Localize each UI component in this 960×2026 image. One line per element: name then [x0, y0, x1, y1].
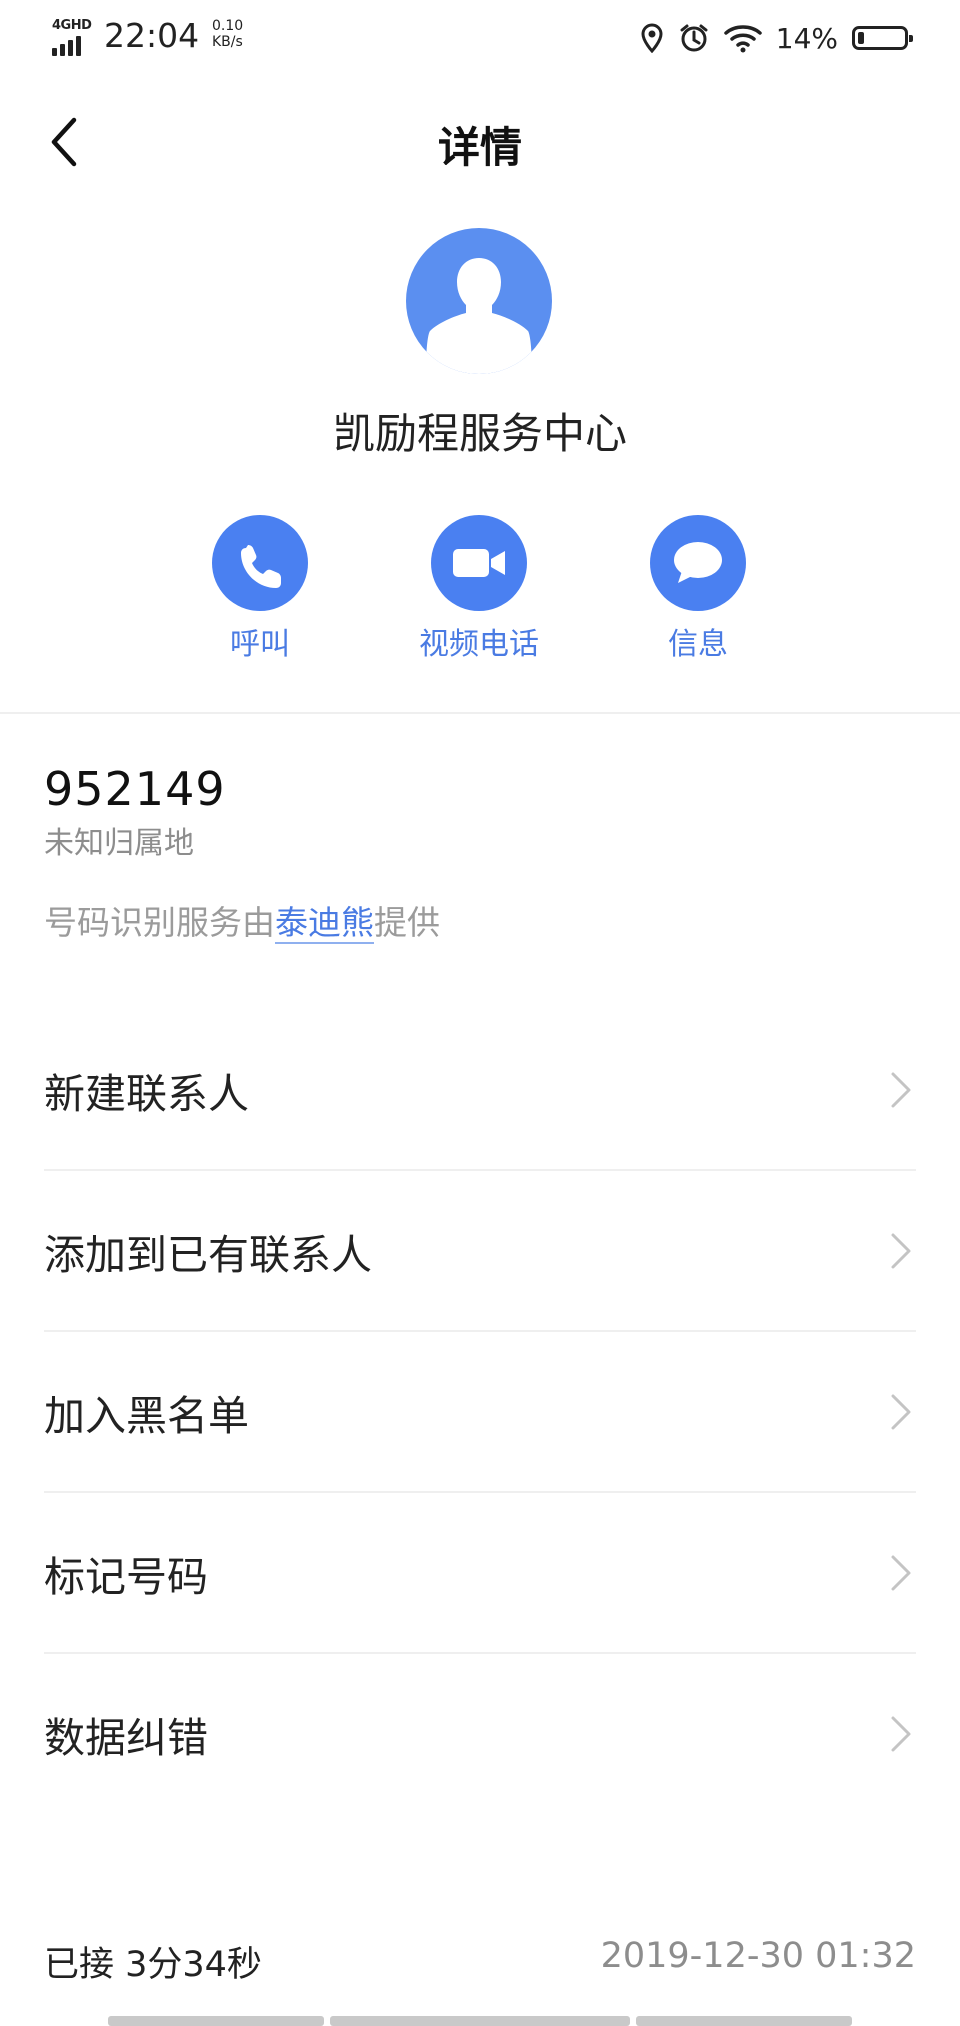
chevron-right-icon: [891, 1555, 911, 1591]
cellular-signal: 4GHD: [52, 18, 96, 58]
number-location: 未知归属地: [44, 826, 194, 861]
call-action-button[interactable]: 呼叫: [150, 515, 370, 663]
person-silhouette-icon: [426, 258, 532, 374]
phone-number[interactable]: 952149: [44, 762, 226, 816]
video-call-label: 视频电话: [419, 627, 539, 662]
message-label: 信息: [668, 627, 728, 662]
menu-item-label: 加入黑名单: [44, 1392, 249, 1440]
bottom-indicator: [330, 2016, 630, 2026]
location-icon: [641, 23, 663, 53]
menu-item-label: 添加到已有联系人: [44, 1231, 372, 1279]
call-status: 已接 3分34秒: [44, 1945, 262, 1985]
provider-suffix: 提供: [374, 903, 440, 942]
network-type: 4GHD: [52, 18, 92, 33]
contact-name: 凯励程服务中心: [332, 409, 627, 458]
message-circle: [650, 515, 746, 611]
message-action-button[interactable]: 信息: [588, 515, 808, 663]
battery-percent: 14%: [775, 21, 838, 55]
page-title: 详情: [437, 123, 522, 172]
menu-item-add-to-existing[interactable]: 添加到已有联系人: [44, 1171, 916, 1331]
call-label: 呼叫: [230, 627, 290, 662]
menu-item-blacklist[interactable]: 加入黑名单: [44, 1332, 916, 1492]
chevron-right-icon: [891, 1716, 911, 1752]
menu-item-label: 新建联系人: [44, 1070, 249, 1118]
battery-icon: [852, 26, 913, 50]
chevron-right-icon: [891, 1233, 911, 1269]
provider-link[interactable]: 泰迪熊: [275, 903, 374, 944]
chevron-right-icon: [891, 1394, 911, 1430]
video-camera-icon: [453, 549, 505, 577]
contact-avatar: [406, 228, 552, 374]
wifi-icon: [724, 25, 762, 53]
status-icons: 14%: [640, 18, 913, 58]
message-bubble-icon: [674, 542, 722, 583]
menu-item-mark-number[interactable]: 标记号码: [44, 1493, 916, 1653]
menu-item-new-contact[interactable]: 新建联系人: [44, 1010, 916, 1170]
menu-item-label: 标记号码: [44, 1553, 208, 1601]
alarm-icon: [680, 24, 708, 52]
phone-icon: [241, 545, 281, 588]
bottom-indicator: [108, 2016, 324, 2026]
status-bar: 4GHD 22:04 0.10 KB/s 14%: [0, 0, 960, 76]
bottom-indicator: [636, 2016, 852, 2026]
provider-notice: 号码识别服务由泰迪熊提供: [44, 896, 440, 944]
provider-prefix: 号码识别服务由: [44, 903, 275, 942]
video-call-action-button[interactable]: 视频电话: [369, 515, 589, 663]
signal-bars-icon: [52, 34, 92, 56]
network-speed: 0.10 KB/s: [212, 18, 243, 50]
menu-item-label: 数据纠错: [44, 1714, 208, 1762]
chevron-right-icon: [891, 1072, 911, 1108]
speed-value: 0.10: [212, 18, 244, 34]
status-time: 22:04: [104, 16, 200, 55]
menu-item-data-correction[interactable]: 数据纠错: [44, 1654, 916, 1814]
speed-unit: KB/s: [212, 34, 243, 50]
section-divider: [0, 712, 960, 714]
video-call-circle: [431, 515, 527, 611]
call-circle: [212, 515, 308, 611]
call-datetime: 2019-12-30 01:32: [600, 1936, 916, 1976]
